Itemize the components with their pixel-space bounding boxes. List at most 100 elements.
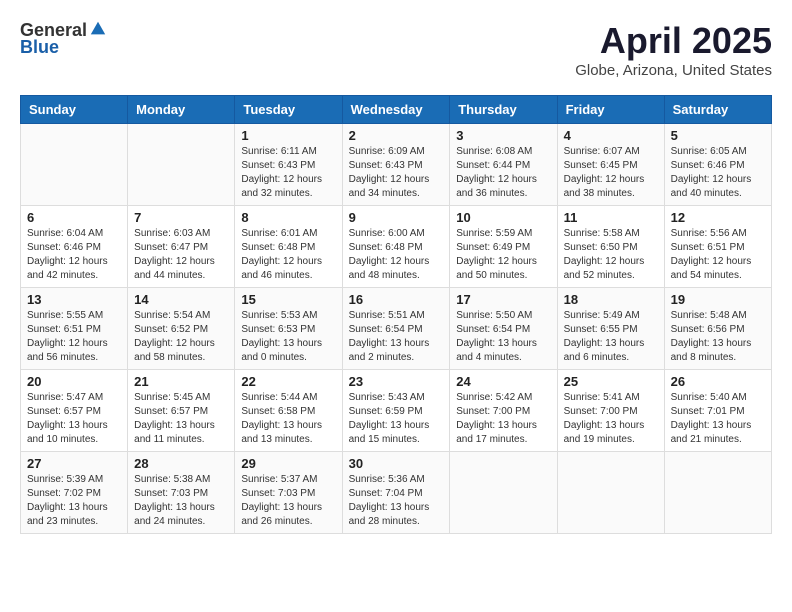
day-info: Sunrise: 5:44 AM Sunset: 6:58 PM Dayligh… [241,391,335,447]
day-info: Sunrise: 6:04 AM Sunset: 6:46 PM Dayligh… [27,227,121,283]
calendar-cell: 29 Sunrise: 5:37 AM Sunset: 7:03 PM Dayli… [235,452,342,534]
calendar-day-header: Saturday [664,96,771,124]
day-info: Sunrise: 5:45 AM Sunset: 6:57 PM Dayligh… [134,391,228,447]
calendar-cell: 5Sunrise: 6:05 AM Sunset: 6:46 PM Daylig… [664,124,771,206]
calendar-cell: 23 Sunrise: 5:43 AM Sunset: 6:59 PM Dayli… [342,370,450,452]
calendar-cell: 11Sunrise: 5:58 AM Sunset: 6:50 PM Dayli… [557,206,664,288]
day-number: 2 [349,128,444,143]
day-number: 3 [456,128,550,143]
day-info: Sunrise: 6:01 AM Sunset: 6:48 PM Dayligh… [241,227,335,283]
calendar-cell: 15Sunrise: 5:53 AM Sunset: 6:53 PM Dayli… [235,288,342,370]
calendar-cell: 26 Sunrise: 5:40 AM Sunset: 7:01 PM Dayli… [664,370,771,452]
day-number: 14 [134,292,228,307]
day-info: Sunrise: 5:38 AM Sunset: 7:03 PM Dayligh… [134,473,228,529]
day-number: 23 [349,374,444,389]
calendar-day-header: Sunday [21,96,128,124]
calendar-cell: 20 Sunrise: 5:47 AM Sunset: 6:57 PM Dayli… [21,370,128,452]
day-number: 30 [349,456,444,471]
day-number: 26 [671,374,765,389]
day-info: Sunrise: 6:09 AM Sunset: 6:43 PM Dayligh… [349,145,444,201]
day-number: 20 [27,374,121,389]
day-number: 10 [456,210,550,225]
day-info: Sunrise: 5:55 AM Sunset: 6:51 PM Dayligh… [27,309,121,365]
day-info: Sunrise: 5:47 AM Sunset: 6:57 PM Dayligh… [27,391,121,447]
day-number: 8 [241,210,335,225]
logo: General Blue [20,20,107,58]
calendar-cell: 19 Sunrise: 5:48 AM Sunset: 6:56 PM Dayli… [664,288,771,370]
day-number: 22 [241,374,335,389]
day-number: 16 [349,292,444,307]
day-number: 17 [456,292,550,307]
day-info: Sunrise: 5:41 AM Sunset: 7:00 PM Dayligh… [564,391,658,447]
day-number: 28 [134,456,228,471]
day-number: 29 [241,456,335,471]
day-info: Sunrise: 5:36 AM Sunset: 7:04 PM Dayligh… [349,473,444,529]
calendar-day-header: Wednesday [342,96,450,124]
day-number: 12 [671,210,765,225]
calendar-table: SundayMondayTuesdayWednesdayThursdayFrid… [20,95,772,534]
day-number: 15 [241,292,335,307]
day-info: Sunrise: 6:03 AM Sunset: 6:47 PM Dayligh… [134,227,228,283]
day-number: 19 [671,292,765,307]
calendar-week-row: 20 Sunrise: 5:47 AM Sunset: 6:57 PM Dayli… [21,370,772,452]
logo-triangle-icon [89,20,107,38]
calendar-cell: 16Sunrise: 5:51 AM Sunset: 6:54 PM Dayli… [342,288,450,370]
calendar-cell: 25 Sunrise: 5:41 AM Sunset: 7:00 PM Dayli… [557,370,664,452]
calendar-cell [557,452,664,534]
day-number: 1 [241,128,335,143]
day-info: Sunrise: 6:07 AM Sunset: 6:45 PM Dayligh… [564,145,658,201]
calendar-cell: 8 Sunrise: 6:01 AM Sunset: 6:48 PM Daylig… [235,206,342,288]
subtitle: Globe, Arizona, United States [575,62,772,79]
calendar-cell: 4 Sunrise: 6:07 AM Sunset: 6:45 PM Daylig… [557,124,664,206]
day-info: Sunrise: 5:42 AM Sunset: 7:00 PM Dayligh… [456,391,550,447]
calendar-week-row: 1 Sunrise: 6:11 AM Sunset: 6:43 PM Daylig… [21,124,772,206]
calendar-cell: 13 Sunrise: 5:55 AM Sunset: 6:51 PM Dayli… [21,288,128,370]
calendar-cell [450,452,557,534]
calendar-cell: 18Sunrise: 5:49 AM Sunset: 6:55 PM Dayli… [557,288,664,370]
logo-blue: Blue [20,37,59,58]
calendar-day-header: Thursday [450,96,557,124]
day-info: Sunrise: 6:00 AM Sunset: 6:48 PM Dayligh… [349,227,444,283]
calendar-cell: 17 Sunrise: 5:50 AM Sunset: 6:54 PM Dayli… [450,288,557,370]
day-info: Sunrise: 5:37 AM Sunset: 7:03 PM Dayligh… [241,473,335,529]
calendar-header-row: SundayMondayTuesdayWednesdayThursdayFrid… [21,96,772,124]
day-info: Sunrise: 6:05 AM Sunset: 6:46 PM Dayligh… [671,145,765,201]
calendar-day-header: Monday [128,96,235,124]
day-info: Sunrise: 6:08 AM Sunset: 6:44 PM Dayligh… [456,145,550,201]
day-number: 9 [349,210,444,225]
calendar-cell: 12Sunrise: 5:56 AM Sunset: 6:51 PM Dayli… [664,206,771,288]
calendar-cell [21,124,128,206]
day-info: Sunrise: 6:11 AM Sunset: 6:43 PM Dayligh… [241,145,335,201]
calendar-cell: 6 Sunrise: 6:04 AM Sunset: 6:46 PM Daylig… [21,206,128,288]
calendar-cell: 21 Sunrise: 5:45 AM Sunset: 6:57 PM Dayli… [128,370,235,452]
day-number: 24 [456,374,550,389]
calendar-cell: 24 Sunrise: 5:42 AM Sunset: 7:00 PM Dayli… [450,370,557,452]
calendar-cell: 3 Sunrise: 6:08 AM Sunset: 6:44 PM Daylig… [450,124,557,206]
page-header: General Blue April 2025 Globe, Arizona, … [20,20,772,79]
day-number: 13 [27,292,121,307]
calendar-cell: 27Sunrise: 5:39 AM Sunset: 7:02 PM Dayli… [21,452,128,534]
day-info: Sunrise: 5:48 AM Sunset: 6:56 PM Dayligh… [671,309,765,365]
day-number: 18 [564,292,658,307]
title-block: April 2025 Globe, Arizona, United States [575,20,772,79]
day-number: 25 [564,374,658,389]
day-info: Sunrise: 5:43 AM Sunset: 6:59 PM Dayligh… [349,391,444,447]
main-title: April 2025 [575,20,772,62]
calendar-cell: 1 Sunrise: 6:11 AM Sunset: 6:43 PM Daylig… [235,124,342,206]
calendar-week-row: 27Sunrise: 5:39 AM Sunset: 7:02 PM Dayli… [21,452,772,534]
calendar-cell: 9 Sunrise: 6:00 AM Sunset: 6:48 PM Daylig… [342,206,450,288]
calendar-cell: 2 Sunrise: 6:09 AM Sunset: 6:43 PM Daylig… [342,124,450,206]
calendar-cell: 30 Sunrise: 5:36 AM Sunset: 7:04 PM Dayli… [342,452,450,534]
day-number: 7 [134,210,228,225]
day-number: 4 [564,128,658,143]
calendar-week-row: 6 Sunrise: 6:04 AM Sunset: 6:46 PM Daylig… [21,206,772,288]
day-info: Sunrise: 5:39 AM Sunset: 7:02 PM Dayligh… [27,473,121,529]
calendar-cell: 14 Sunrise: 5:54 AM Sunset: 6:52 PM Dayli… [128,288,235,370]
day-info: Sunrise: 5:40 AM Sunset: 7:01 PM Dayligh… [671,391,765,447]
day-info: Sunrise: 5:59 AM Sunset: 6:49 PM Dayligh… [456,227,550,283]
day-number: 6 [27,210,121,225]
day-info: Sunrise: 5:50 AM Sunset: 6:54 PM Dayligh… [456,309,550,365]
day-info: Sunrise: 5:54 AM Sunset: 6:52 PM Dayligh… [134,309,228,365]
calendar-day-header: Friday [557,96,664,124]
day-number: 21 [134,374,228,389]
